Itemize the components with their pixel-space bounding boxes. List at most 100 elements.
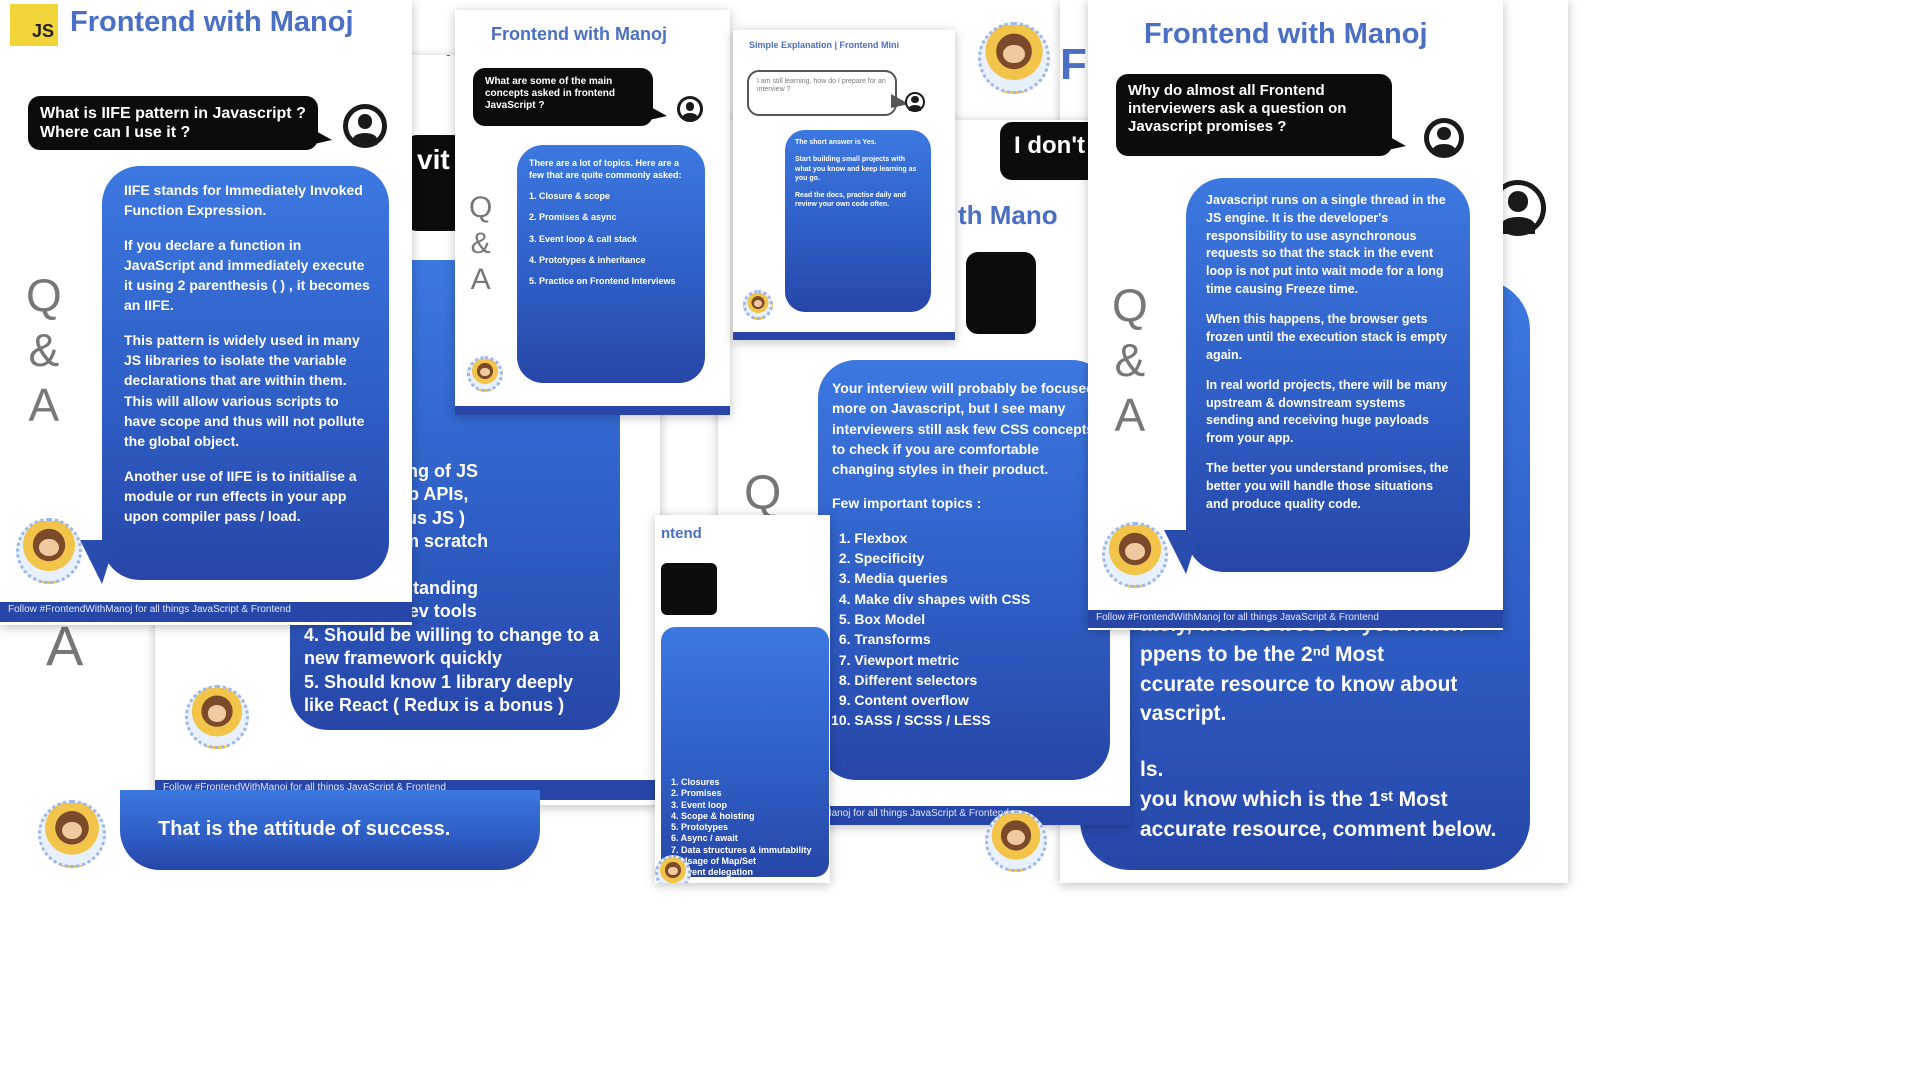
list-item: 8. Usage of Map/Set (671, 855, 757, 866)
title-fragment: F (1060, 40, 1087, 89)
qa-q: Q (744, 467, 782, 520)
closing-bubble: That is the attitude of success. (120, 790, 540, 870)
card-title-fragment: ntend (661, 525, 702, 542)
answer-line: 5. Should know 1 library deeply like Rea… (304, 671, 574, 715)
qa-label: Q & A (26, 268, 62, 434)
topic-item: Different selectors (854, 670, 1096, 690)
question-bubble: What is IIFE pattern in Javascript ? Whe… (28, 96, 332, 150)
answer-paragraph: This pattern is widely used in many JS l… (124, 331, 365, 450)
qa-amp: & (470, 227, 491, 260)
card-title: Frontend with Manoj (491, 24, 667, 44)
card-title: Frontend with Manoj (1144, 18, 1428, 50)
answer-paragraph: If you declare a function in JavaScript … (124, 236, 370, 314)
card-small-explain: Simple Explanation | Frontend Mini I am … (733, 30, 955, 340)
answer-paragraph: Javascript runs on a single thread in th… (1206, 193, 1446, 296)
answer-bubble: There are a lot of topics. Here are a fe… (517, 145, 705, 383)
list-item: 5. Prototypes (671, 822, 729, 832)
author-avatar (978, 22, 1050, 94)
list-item: 1. Closures (671, 777, 720, 787)
resources-line: ppens to be the 2ⁿᵈ Most (1140, 642, 1385, 666)
card-promises: Frontend with Manoj Why do almost all Fr… (1088, 0, 1503, 630)
question-text: Why do almost all Frontend interviewers … (1128, 82, 1347, 135)
answer-bubble: Your interview will probably be focused … (818, 360, 1110, 780)
answer-bubble: Javascript runs on a single thread in th… (1186, 178, 1470, 572)
author-avatar (38, 800, 106, 868)
answer-line: 4. Should be willing to change to a new … (304, 624, 600, 669)
answer-paragraph: 1. Closure & scope (529, 191, 611, 202)
answer-paragraph: There are a lot of topics. Here are a fe… (529, 158, 682, 181)
card-small-list: ntend 1. Closures 2. Promises 3. Event l… (655, 515, 830, 883)
list-item: 9. Event delegation (671, 867, 754, 877)
author-avatar (16, 518, 82, 584)
qa-q: Q (469, 191, 493, 224)
topic-item: SASS / SCSS / LESS (854, 710, 1096, 730)
resources-line: accurate resource, comment below. (1140, 817, 1497, 841)
js-logo-text: JS (31, 21, 54, 41)
bubble-tail (80, 540, 116, 584)
author-avatar (467, 356, 503, 392)
footer-bar (733, 332, 955, 340)
topic-item: Media queries (854, 568, 1096, 588)
person-icon (1424, 118, 1464, 158)
qa-label: Q & A (469, 190, 492, 298)
footer-bar: Follow #FrontendWithManoj for all things… (0, 602, 412, 622)
qa-a: A (28, 379, 60, 432)
author-avatar (743, 290, 773, 320)
qa-q: Q (1112, 279, 1148, 331)
qa-amp: & (28, 324, 60, 377)
topic-item: Specificity (854, 548, 1096, 568)
bubble-tail (1164, 530, 1200, 574)
question-text: I am still learning, how do I prepare fo… (757, 78, 886, 94)
question-bubble: Why do almost all Frontend interviewers … (1116, 74, 1406, 156)
list-item: 7. Data structures & immutability (671, 844, 812, 855)
question-bubble-fragment (966, 252, 1036, 334)
answer-paragraph: Another use of IIFE is to initialise a m… (124, 467, 357, 525)
answer-paragraph: IIFE stands for Immediately Invoked Func… (124, 182, 363, 219)
author-avatar (1102, 522, 1168, 588)
card-small-topics: Frontend with Manoj What are some of the… (455, 10, 730, 415)
answer-paragraph: Read the docs, practise daily and review… (795, 191, 906, 209)
topics-list: Flexbox Specificity Media queries Make d… (832, 528, 1096, 731)
question-text: What are some of the main concepts asked… (485, 76, 616, 111)
answer-paragraph: 3. Event loop & call stack (529, 233, 638, 244)
topic-item: Content overflow (854, 690, 1096, 710)
qa-q: Q (26, 269, 62, 321)
author-avatar (655, 855, 691, 883)
list-item: 2. Promises (671, 788, 722, 799)
resources-line: you know which is the 1ˢᵗ Most (1140, 788, 1448, 812)
author-avatar (985, 810, 1047, 872)
person-icon (677, 96, 703, 122)
footer-bar: Follow #FrontendWithManoj for all things… (1088, 610, 1503, 628)
js-logo: JS (10, 4, 58, 46)
answer-paragraph: The better you understand promises, the … (1206, 461, 1449, 511)
question-text: What is IIFE pattern in Javascript ? Whe… (40, 105, 306, 142)
answer-bubble: The short answer is Yes. Start building … (785, 130, 931, 312)
closing-text: That is the attitude of success. (158, 818, 451, 840)
card-header: Simple Explanation | Frontend Mini (749, 40, 900, 50)
card-iife: JS Frontend with Manoj What is IIFE patt… (0, 0, 412, 625)
question-bubble: What are some of the main concepts asked… (473, 68, 667, 126)
card-title: Frontend with Manoj (70, 6, 354, 38)
qa-a: A (1114, 389, 1146, 442)
card-title-fragment: th Mano (958, 200, 1058, 230)
qa-amp: & (1114, 334, 1146, 387)
topic-item: Viewport metric (854, 650, 1096, 670)
footer-bar (455, 406, 730, 415)
answer-paragraph: When this happens, the browser gets froz… (1206, 312, 1448, 362)
answer-paragraph: 5. Practice on Frontend Interviews (529, 275, 676, 286)
resources-line: ccurate resource to know about (1140, 672, 1458, 696)
answer-bubble: IIFE stands for Immediately Invoked Func… (102, 166, 389, 580)
answer-paragraph: 2. Promises & async (529, 212, 617, 223)
qa-a: A (470, 263, 491, 296)
answer-paragraph: Few important topics : (832, 495, 982, 512)
topic-item: Box Model (854, 609, 1096, 629)
resources-line: vascript. (1140, 702, 1227, 726)
answer-bubble: 1. Closures 2. Promises 3. Event loop 4.… (661, 627, 829, 877)
person-icon (905, 92, 925, 112)
author-avatar (185, 685, 249, 749)
question-bubble-fragment (661, 563, 717, 615)
resources-line: ls. (1140, 758, 1164, 782)
list-item: 6. Async / await (671, 833, 738, 844)
answer-paragraph: In real world projects, there will be ma… (1206, 377, 1448, 445)
answer-paragraph: Start building small projects with what … (795, 156, 917, 183)
